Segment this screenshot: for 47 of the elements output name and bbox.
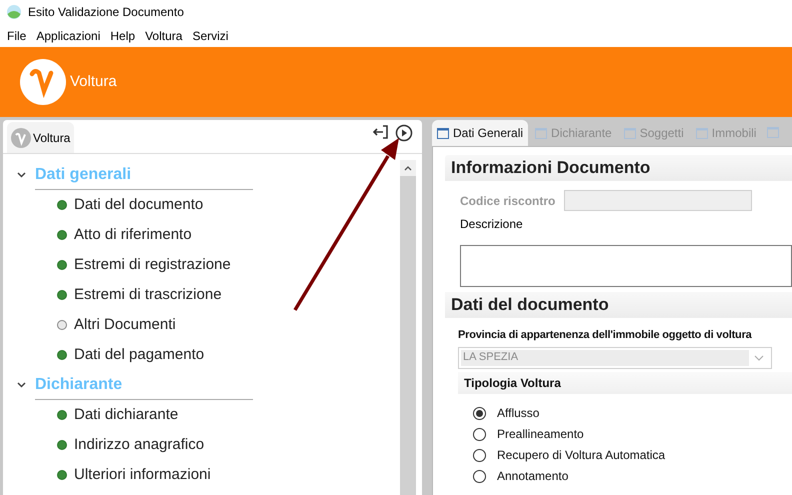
tree-item[interactable]: Atto di riferimento bbox=[74, 224, 192, 246]
tree-item[interactable]: Dati dichiarante bbox=[74, 404, 178, 426]
field-label: Descrizione bbox=[460, 216, 524, 233]
panel-tab[interactable]: Voltura bbox=[7, 122, 74, 153]
tree-item[interactable]: Dati del pagamento bbox=[74, 344, 204, 366]
tree-item[interactable]: Indirizzo anagrafico bbox=[74, 434, 204, 456]
chevron-down-icon[interactable] bbox=[17, 382, 26, 388]
section-title: Dati del documento bbox=[451, 294, 609, 316]
app-icon bbox=[6, 4, 22, 20]
window-icon bbox=[696, 128, 708, 138]
tab[interactable]: Dati Generali bbox=[432, 120, 528, 146]
tree-item[interactable]: Dati del documento bbox=[74, 194, 204, 216]
radio-label[interactable]: Annotamento bbox=[497, 467, 568, 485]
tree-item[interactable]: Ulteriori informazioni bbox=[74, 464, 211, 486]
logo-icon bbox=[11, 128, 31, 148]
chevron-down-icon[interactable] bbox=[17, 172, 26, 178]
text-area[interactable] bbox=[460, 245, 792, 287]
tree-item[interactable]: Altri Documenti bbox=[74, 314, 176, 336]
banner-title: Voltura bbox=[70, 72, 117, 92]
window-icon bbox=[535, 128, 548, 138]
radio-label[interactable]: Afflusso bbox=[497, 404, 540, 422]
window-icon bbox=[624, 128, 636, 138]
radio-button[interactable] bbox=[473, 428, 486, 440]
menu-item[interactable]: File bbox=[2, 26, 32, 44]
scrollbar[interactable] bbox=[400, 160, 416, 495]
play-icon[interactable] bbox=[395, 124, 413, 142]
radio-button[interactable] bbox=[473, 470, 486, 482]
menu-item[interactable]: Voltura bbox=[140, 26, 188, 44]
radio-label[interactable]: Preallineamento bbox=[497, 425, 584, 443]
tree-item[interactable]: Estremi di trascrizione bbox=[74, 284, 222, 306]
window-icon bbox=[437, 128, 449, 138]
tree-item[interactable]: Estremi di registrazione bbox=[74, 254, 231, 276]
field-label: Provincia di appartenenza dell'immobile oggetto di voltura bbox=[458, 328, 753, 343]
window-icon bbox=[767, 127, 780, 138]
radio-label[interactable]: Recupero di Voltura Automatica bbox=[497, 446, 666, 464]
scroll-up-icon[interactable] bbox=[404, 166, 412, 170]
group-title: Tipologia Voltura bbox=[464, 374, 561, 392]
window-title: Esito Validazione Documento bbox=[28, 4, 184, 21]
menu-item[interactable]: Servizi bbox=[187, 26, 234, 44]
field-label: Codice riscontro bbox=[460, 192, 556, 210]
menu-item[interactable]: Help bbox=[105, 26, 140, 44]
radio-button[interactable] bbox=[473, 448, 486, 462]
menu-item[interactable]: Applicazioni bbox=[31, 26, 106, 44]
exit-icon[interactable] bbox=[372, 124, 390, 140]
section-title: Informazioni Documento bbox=[451, 157, 650, 180]
radio-button[interactable] bbox=[473, 406, 486, 420]
logo-icon bbox=[20, 59, 66, 105]
